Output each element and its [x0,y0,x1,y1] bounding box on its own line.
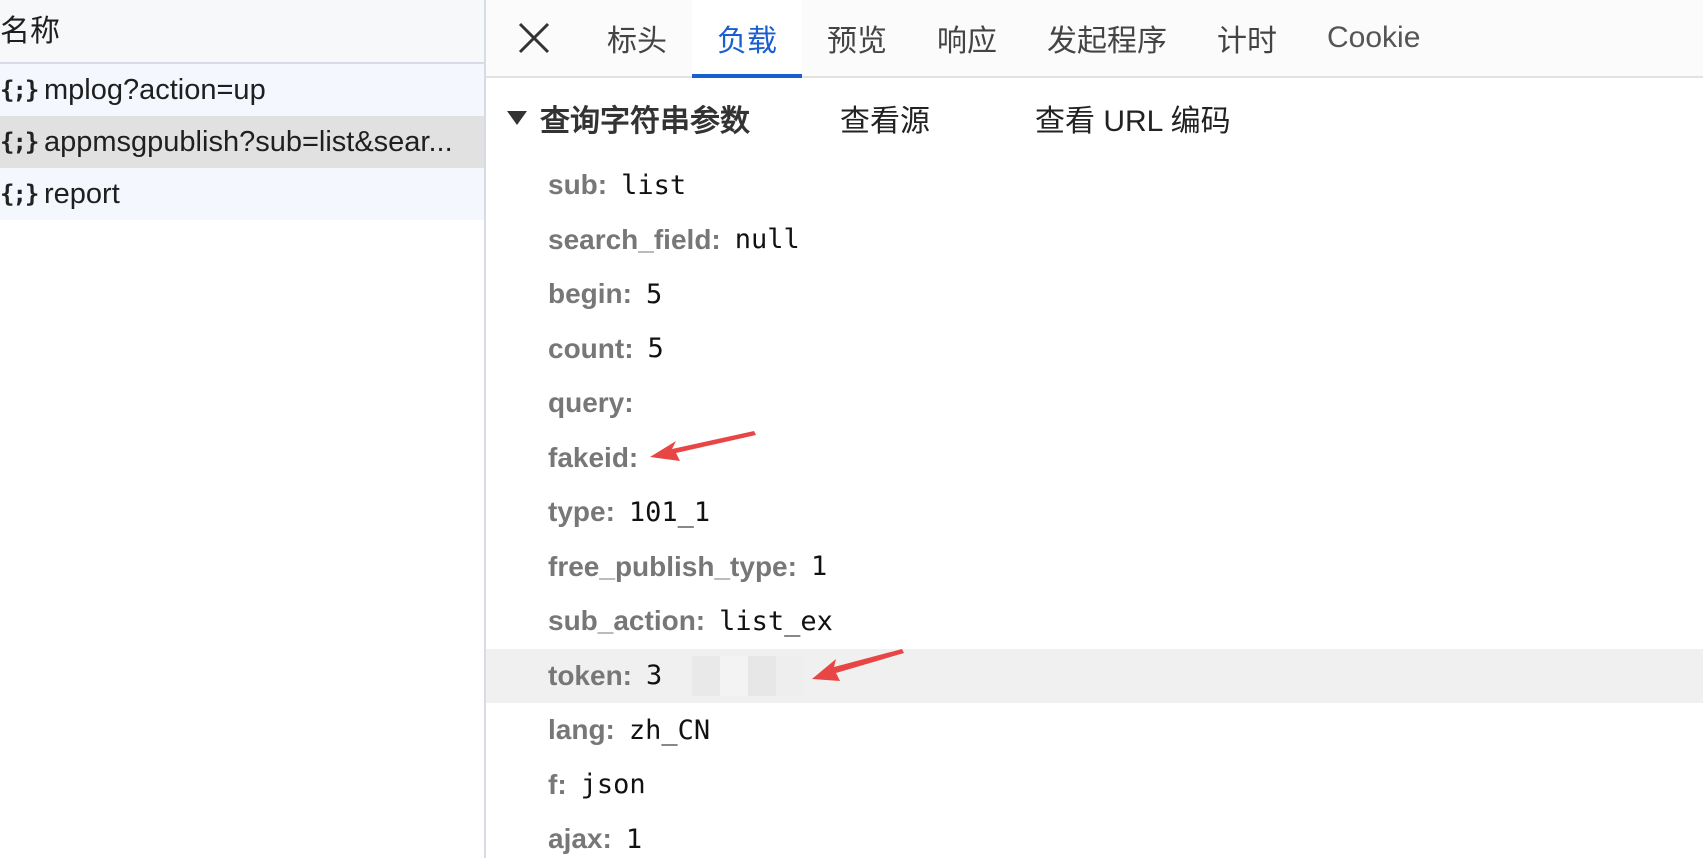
param-row-token: token: 3 [486,648,1703,703]
param-value: 3 [646,660,663,692]
query-params-list: sub: list search_field: null begin: 5 co… [486,158,1703,867]
view-source-link[interactable]: 查看源 [840,96,930,140]
param-value: 5 [646,278,663,310]
param-row-type: type: 101_1 [486,485,1703,540]
param-value: 1 [625,823,643,855]
param-key: search_field: [548,223,721,255]
param-value: 5 [647,333,664,365]
tab-response[interactable]: 响应 [912,0,1022,76]
param-row-fakeid: fakeid: [486,430,1703,486]
param-key: fakeid: [548,441,639,473]
param-key: type: [548,496,615,528]
param-value: 101_1 [628,496,711,528]
tab-headers[interactable]: 标头 [582,0,692,76]
request-list-panel: 名称 {;} mplog?action=up {;} appmsgpublish… [0,0,486,858]
collapse-triangle-icon[interactable] [506,101,536,135]
tab-timing[interactable]: 计时 [1192,0,1302,76]
view-url-encoded-link[interactable]: 查看 URL 编码 [1035,96,1231,140]
param-key: ajax: [548,823,612,855]
param-key: query: [548,387,634,419]
param-key: sub: [548,169,608,201]
param-value: null [734,224,800,256]
param-value: zh_CN [628,714,711,746]
name-column-header[interactable]: 名称 [0,6,60,50]
tab-preview[interactable]: 预览 [802,0,912,76]
close-icon [518,22,550,54]
request-row-report[interactable]: {;} report [0,168,484,220]
json-icon: {;} [0,76,39,104]
request-name: appmsgpublish?sub=list&sear... [44,125,453,158]
detail-tabbar: 标头 负载 预览 响应 发起程序 计时 Cookie [486,0,1703,78]
redacted-value-blur [664,655,805,696]
param-key: begin: [548,278,632,310]
param-row-query: query: [486,376,1703,431]
param-row-search-field: search_field: null [486,213,1703,268]
param-value: 1 [810,551,828,583]
param-row-lang: lang: zh_CN [486,703,1703,758]
request-detail-panel: 标头 负载 预览 响应 发起程序 计时 Cookie 查询字符串参数 查看源 查… [486,0,1703,858]
param-row-free-publish-type: free_publish_type: 1 [486,540,1703,595]
request-list-header[interactable]: 名称 [0,0,484,64]
request-row-appmsgpublish[interactable]: {;} appmsgpublish?sub=list&sear... [0,116,484,168]
param-value: json [580,769,646,801]
tab-initiator[interactable]: 发起程序 [1022,0,1192,76]
annotation-arrow-icon [812,648,904,681]
param-value: list_ex [719,605,833,637]
json-icon: {;} [0,128,39,156]
param-key: sub_action: [548,605,706,637]
param-key: f: [548,768,567,800]
param-value: list [621,169,687,201]
param-row-count: count: 5 [486,322,1703,377]
close-button[interactable] [486,0,582,76]
param-key: token: [548,659,632,691]
request-name: report [44,177,120,210]
request-name: mplog?action=up [44,73,266,106]
query-params-section-header: 查询字符串参数 查看源 查看 URL 编码 [486,78,1703,158]
annotation-arrow-icon [650,430,756,461]
param-row-ajax: ajax: 1 [486,812,1703,867]
request-row-mplog[interactable]: {;} mplog?action=up [0,64,484,116]
param-key: lang: [548,714,615,746]
param-key: count: [548,332,634,364]
param-row-f: f: json [486,758,1703,813]
tab-payload[interactable]: 负载 [692,0,802,78]
json-icon: {;} [0,180,39,208]
param-row-sub-action: sub_action: list_ex [486,594,1703,649]
param-row-begin: begin: 5 [486,267,1703,322]
param-key: free_publish_type: [548,550,797,582]
tab-cookie[interactable]: Cookie [1302,0,1445,76]
section-title[interactable]: 查询字符串参数 [540,96,750,140]
param-row-sub: sub: list [486,158,1703,213]
